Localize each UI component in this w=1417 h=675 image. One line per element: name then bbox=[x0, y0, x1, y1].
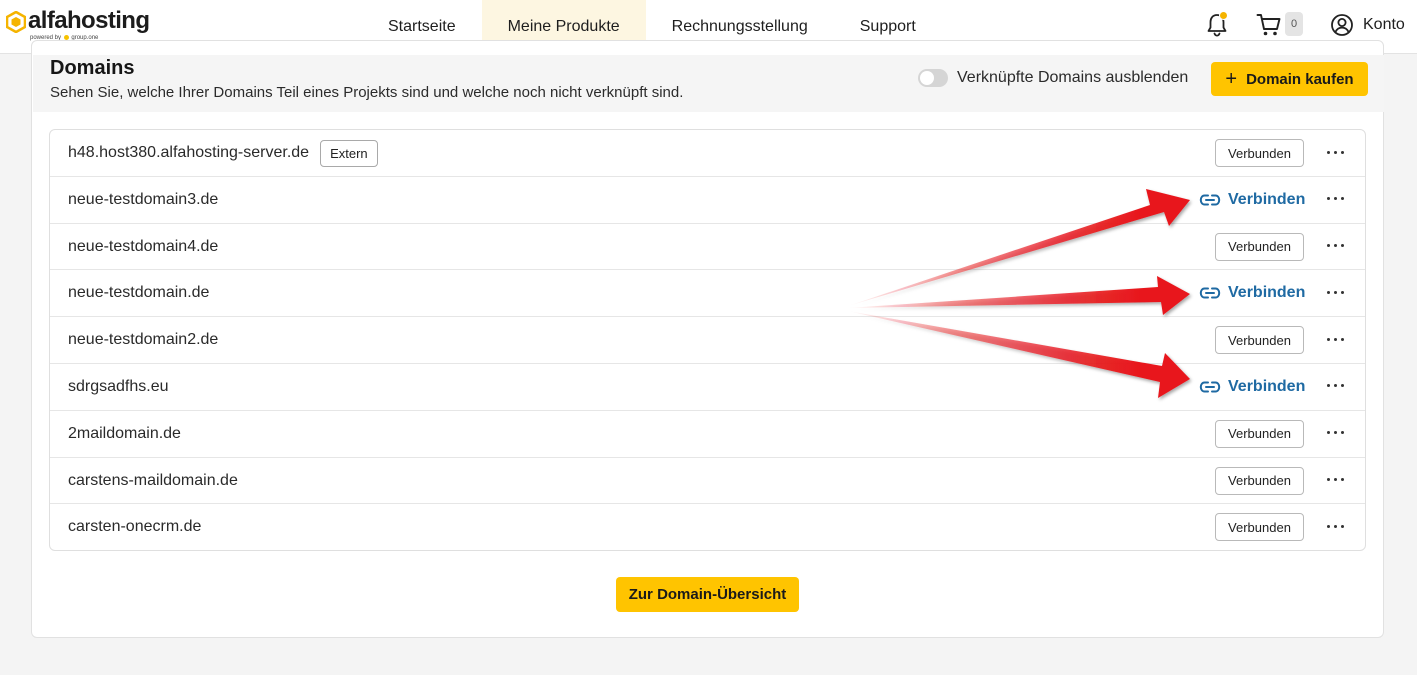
domain-name-cell: neue-testdomain.de bbox=[68, 270, 209, 316]
domain-name-cell: 2maildomain.de bbox=[68, 411, 181, 457]
more-options-icon[interactable] bbox=[1320, 419, 1350, 447]
domain-name-cell: h48.host380.alfahosting-server.de Extern bbox=[68, 130, 378, 176]
domain-name: sdrgsadfhs.eu bbox=[68, 377, 169, 395]
connect-button[interactable]: Verbinden bbox=[1199, 279, 1305, 307]
domain-name-cell: neue-testdomain3.de bbox=[68, 177, 218, 223]
toggle-label: Verknüpfte Domains ausblenden bbox=[957, 69, 1189, 86]
domain-name: carsten-onecrm.de bbox=[68, 518, 202, 536]
toggle-switch[interactable] bbox=[918, 69, 948, 87]
more-options-icon[interactable] bbox=[1320, 232, 1350, 260]
connect-label: Verbinden bbox=[1228, 284, 1306, 302]
domain-name-cell: sdrgsadfhs.eu bbox=[68, 364, 169, 410]
domain-row: sdrgsadfhs.eu Verbinden bbox=[50, 364, 1365, 411]
plus-icon: + bbox=[1225, 68, 1238, 90]
domain-row: 2maildomain.de Verbunden bbox=[50, 411, 1365, 458]
connected-button[interactable]: Verbunden bbox=[1215, 419, 1304, 448]
domain-name-cell: carsten-onecrm.de bbox=[68, 504, 201, 550]
connected-button[interactable]: Verbunden bbox=[1215, 466, 1304, 495]
brand-name: alfahosting bbox=[28, 7, 150, 34]
domain-name: neue-testdomain.de bbox=[68, 284, 210, 302]
domain-row: neue-testdomain4.de Verbunden bbox=[50, 224, 1365, 271]
more-options-icon[interactable] bbox=[1320, 325, 1350, 353]
domain-name-cell: neue-testdomain2.de bbox=[68, 317, 218, 363]
domains-card: Domains Sehen Sie, welche Ihrer Domains … bbox=[31, 40, 1384, 638]
more-options-icon[interactable] bbox=[1320, 138, 1350, 166]
cart-icon[interactable] bbox=[1256, 13, 1282, 37]
more-options-icon[interactable] bbox=[1320, 278, 1350, 306]
connected-button[interactable]: Verbunden bbox=[1215, 513, 1304, 542]
link-icon bbox=[1199, 381, 1221, 393]
more-options-icon[interactable] bbox=[1320, 185, 1350, 213]
domain-row: h48.host380.alfahosting-server.de Extern… bbox=[50, 130, 1365, 177]
domain-name-cell: neue-testdomain4.de bbox=[68, 224, 218, 270]
domain-row: carstens-maildomain.de Verbunden bbox=[50, 458, 1365, 505]
domain-name: 2maildomain.de bbox=[68, 424, 181, 442]
page-title: Domains bbox=[50, 57, 135, 79]
domain-row: neue-testdomain2.de Verbunden bbox=[50, 317, 1365, 364]
toggle-knob bbox=[920, 71, 934, 85]
domain-name: neue-testdomain3.de bbox=[68, 190, 219, 208]
connected-button[interactable]: Verbunden bbox=[1215, 326, 1304, 355]
domain-row: neue-testdomain.de Verbinden bbox=[50, 270, 1365, 318]
link-icon bbox=[1199, 287, 1221, 299]
buy-domain-button[interactable]: + Domain kaufen bbox=[1211, 62, 1368, 96]
domain-list: h48.host380.alfahosting-server.de Extern… bbox=[49, 129, 1366, 551]
cart-count-badge: 0 bbox=[1285, 12, 1303, 36]
page-subtitle: Sehen Sie, welche Ihrer Domains Teil ein… bbox=[50, 84, 684, 101]
domains-card-header: Domains Sehen Sie, welche Ihrer Domains … bbox=[33, 55, 1384, 112]
domain-name: neue-testdomain4.de bbox=[68, 237, 219, 255]
account-label: Konto bbox=[1363, 16, 1405, 33]
connect-button[interactable]: Verbinden bbox=[1199, 373, 1305, 401]
connected-button[interactable]: Verbunden bbox=[1215, 139, 1304, 167]
domain-row: neue-testdomain3.de Verbinden bbox=[50, 177, 1365, 224]
domain-name: carstens-maildomain.de bbox=[68, 471, 238, 489]
more-options-icon[interactable] bbox=[1320, 372, 1350, 400]
connect-label: Verbinden bbox=[1228, 190, 1306, 208]
link-icon bbox=[1199, 194, 1221, 206]
more-options-icon[interactable] bbox=[1320, 512, 1350, 540]
hide-linked-domains-toggle[interactable]: Verknüpfte Domains ausblenden bbox=[918, 69, 1188, 87]
domain-overview-button[interactable]: Zur Domain-Übersicht bbox=[616, 577, 799, 612]
user-icon bbox=[1331, 14, 1353, 36]
logo-mark-icon bbox=[6, 11, 26, 33]
connected-button[interactable]: Verbunden bbox=[1215, 232, 1304, 261]
account-menu[interactable]: Konto bbox=[1330, 12, 1405, 38]
domain-name-cell: carstens-maildomain.de bbox=[68, 458, 238, 504]
connect-button[interactable]: Verbinden bbox=[1199, 186, 1305, 214]
notification-dot bbox=[1219, 11, 1228, 20]
buy-domain-label: Domain kaufen bbox=[1246, 70, 1354, 88]
domain-name: neue-testdomain2.de bbox=[68, 331, 219, 349]
connect-label: Verbinden bbox=[1228, 377, 1306, 395]
domain-row: carsten-onecrm.de Verbunden bbox=[50, 504, 1365, 550]
more-options-icon[interactable] bbox=[1320, 466, 1350, 494]
extern-badge: Extern bbox=[320, 139, 378, 167]
domain-name: h48.host380.alfahosting-server.de bbox=[68, 144, 310, 161]
